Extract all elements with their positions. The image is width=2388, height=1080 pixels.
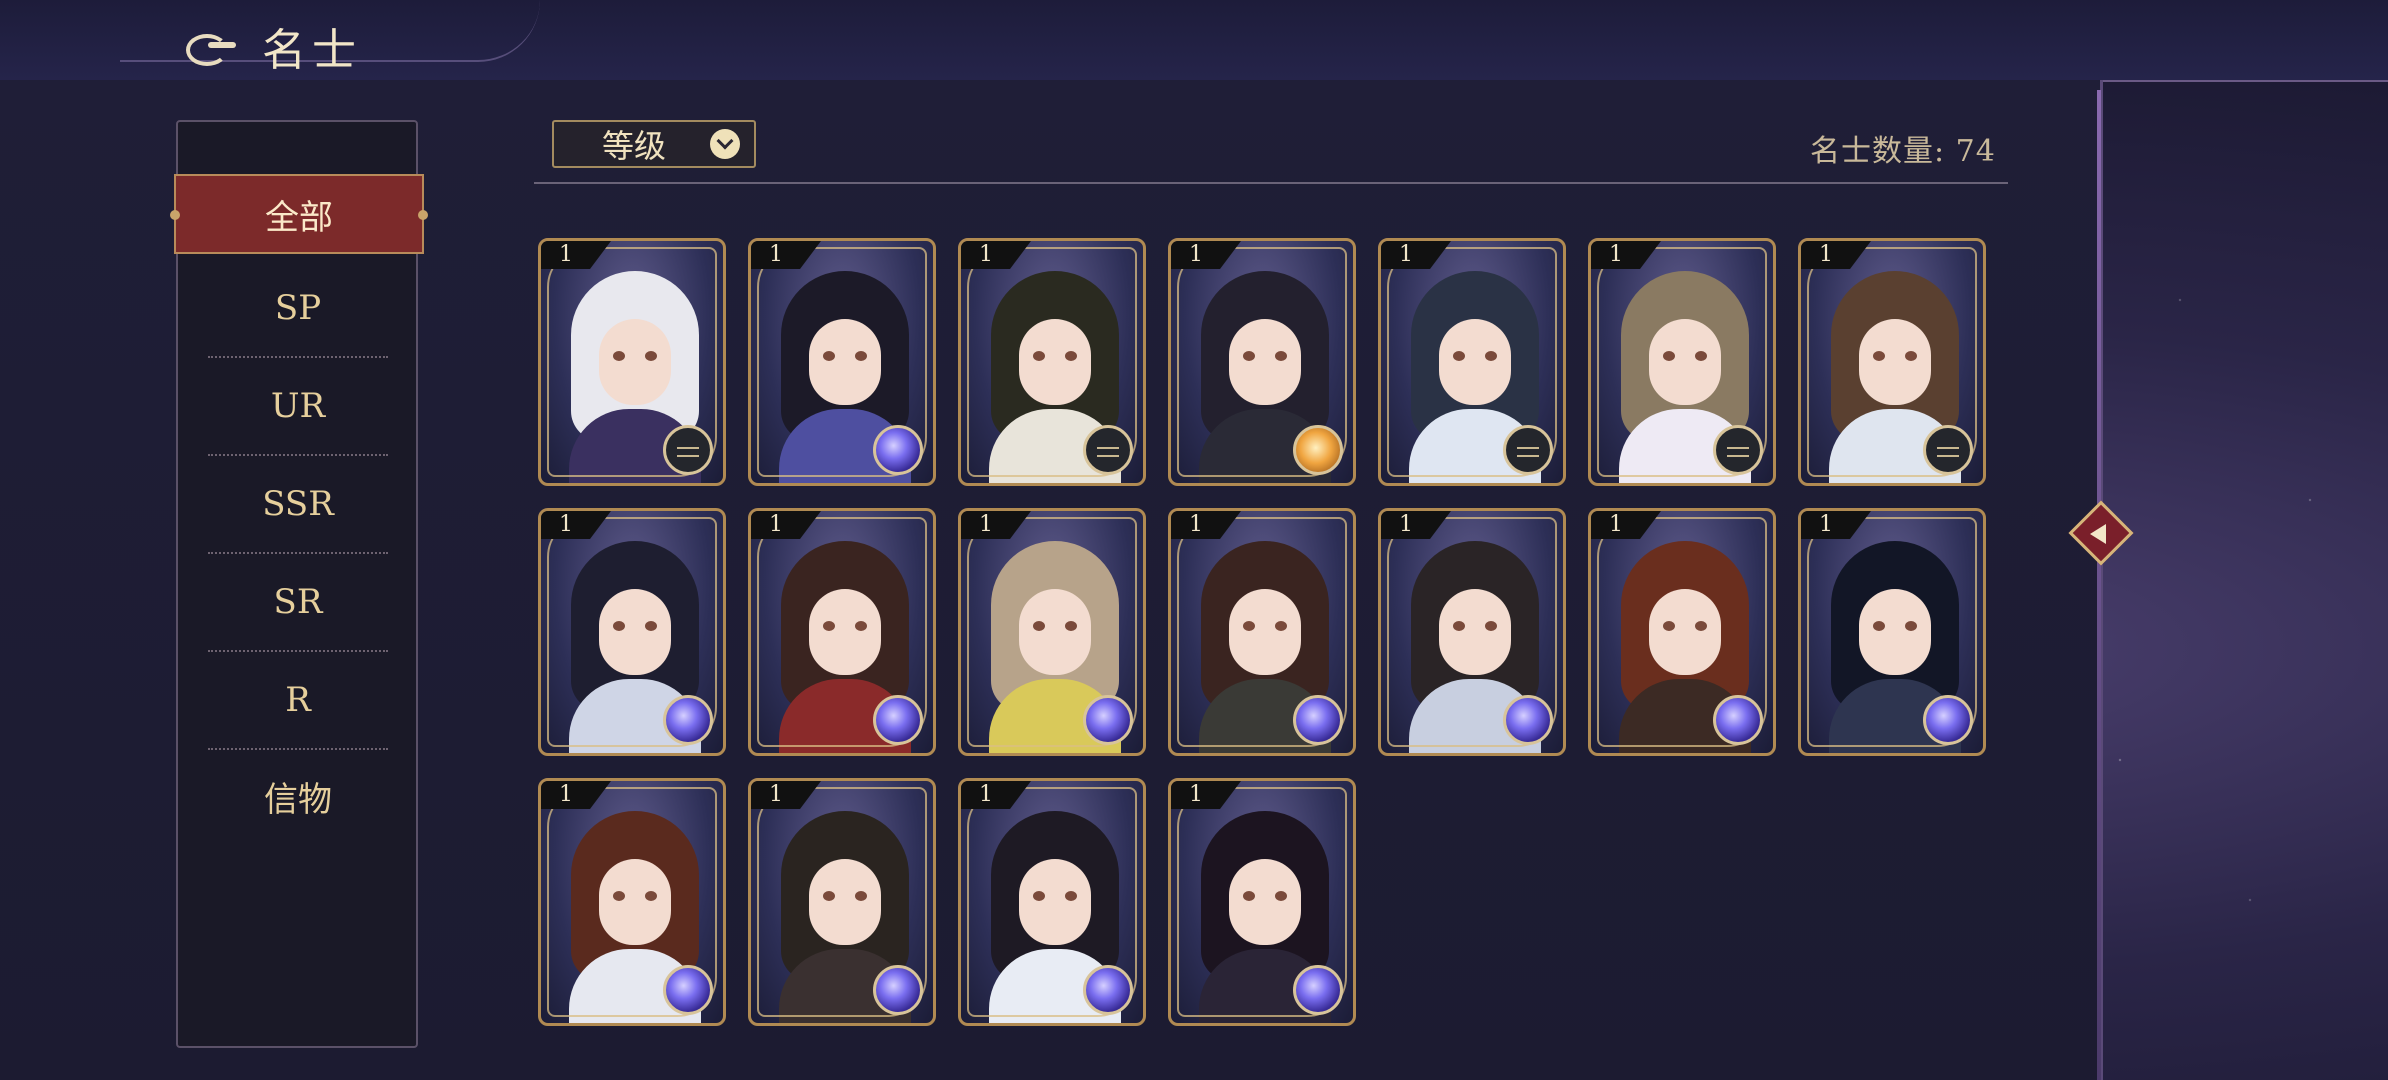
hero-card[interactable]: 1	[538, 238, 726, 486]
orb-icon	[663, 965, 713, 1015]
tab-label: SSR	[262, 484, 334, 524]
hero-card[interactable]: 1	[958, 508, 1146, 756]
hero-card[interactable]: 1	[748, 508, 936, 756]
hero-card-grid[interactable]: 111111111111111111	[538, 184, 2004, 1034]
tab-label: SP	[274, 288, 322, 328]
tab-ssr[interactable]: SSR	[208, 456, 388, 554]
tab-all[interactable]: 全部	[170, 174, 428, 254]
hero-card[interactable]: 1	[1168, 238, 1356, 486]
orb-icon	[1923, 695, 1973, 745]
orb-icon	[1083, 965, 1133, 1015]
hero-card[interactable]: 1	[748, 238, 936, 486]
orb-icon	[1293, 965, 1343, 1015]
hero-card[interactable]: 1	[958, 238, 1146, 486]
sort-label: 等级	[602, 127, 667, 165]
tab-label: R	[285, 680, 311, 720]
compass-icon	[1503, 425, 1553, 475]
orb-icon	[1083, 695, 1133, 745]
orb-icon	[873, 695, 923, 745]
hero-card[interactable]: 1	[538, 508, 726, 756]
tab-dot-left	[170, 210, 180, 220]
hero-card[interactable]: 1	[1168, 508, 1356, 756]
tab-ur[interactable]: UR	[208, 358, 388, 456]
hero-card[interactable]: 1	[1798, 508, 1986, 756]
orb-icon	[1503, 695, 1553, 745]
page-title: 名士	[262, 25, 362, 76]
hero-card[interactable]: 1	[1378, 508, 1566, 756]
orb-icon	[873, 965, 923, 1015]
arrow-left-icon	[2090, 524, 2106, 544]
orb-icon	[1713, 695, 1763, 745]
rarity-filter-sidebar: 全部 SP UR SSR SR R 信物	[170, 120, 428, 1048]
hero-card[interactable]: 1	[1588, 508, 1776, 756]
compass-icon	[1083, 425, 1133, 475]
hero-count: 名士数量: 74	[1810, 134, 1996, 169]
orb-icon	[663, 695, 713, 745]
tab-label: 全部	[265, 197, 333, 238]
hero-card[interactable]: 1	[748, 778, 936, 1026]
tab-label: SR	[273, 582, 323, 622]
tab-label: UR	[270, 386, 326, 426]
tab-dot-right	[418, 210, 428, 220]
tab-r[interactable]: R	[208, 652, 388, 750]
hero-card[interactable]: 1	[1378, 238, 1566, 486]
collapse-panel-button[interactable]	[2068, 476, 2134, 596]
orb-icon	[873, 425, 923, 475]
compass-icon	[1713, 425, 1763, 475]
tab-label: 信物	[264, 779, 332, 820]
cloud-icon	[178, 26, 242, 66]
compass-icon	[1923, 425, 1973, 475]
tab-tokens[interactable]: 信物	[208, 748, 388, 844]
sun-icon	[1293, 425, 1343, 475]
orb-icon	[1293, 695, 1343, 745]
sort-dropdown[interactable]: 等级	[552, 120, 756, 168]
compass-icon	[663, 425, 713, 475]
hero-card[interactable]: 1	[538, 778, 726, 1026]
hero-card[interactable]: 1	[958, 778, 1146, 1026]
hero-card[interactable]: 1	[1588, 238, 1776, 486]
top-bar: 名士	[0, 0, 2388, 82]
tab-sp[interactable]: SP	[208, 260, 388, 358]
hero-card[interactable]: 1	[1798, 238, 1986, 486]
title-group: 名士	[178, 14, 362, 78]
hero-card[interactable]: 1	[1168, 778, 1356, 1026]
chevron-down-icon	[710, 129, 740, 159]
tab-sr[interactable]: SR	[208, 554, 388, 652]
